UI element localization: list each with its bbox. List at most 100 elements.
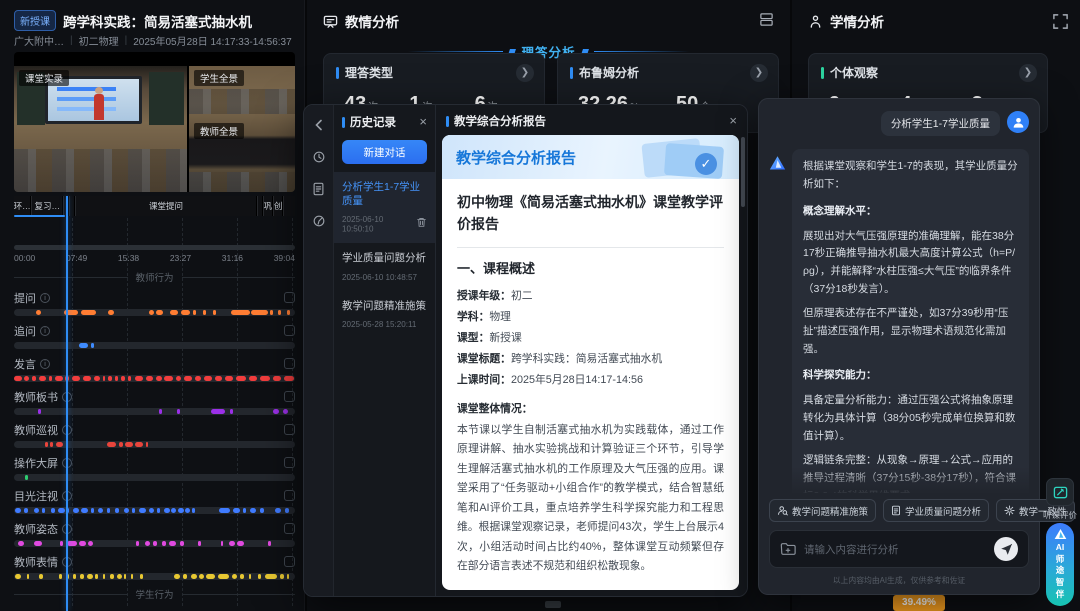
track-bar (14, 441, 295, 448)
behavior-mark (121, 376, 125, 381)
attach-folder-icon[interactable] (780, 542, 796, 556)
video-students[interactable]: 学生全景 教师全景 (189, 66, 295, 192)
track-checkbox[interactable] (284, 292, 295, 303)
track-checkbox[interactable] (284, 325, 295, 336)
track-checkbox[interactable] (284, 523, 295, 534)
phase-segment[interactable] (257, 196, 262, 216)
behavior-mark (157, 508, 160, 513)
phase-segment-bar[interactable]: 环…复习… 课堂提问巩创 (14, 196, 295, 216)
behavior-mark (149, 310, 154, 315)
behavior-mark (183, 574, 187, 579)
track-checkbox[interactable] (284, 424, 295, 435)
info-icon[interactable]: i (40, 293, 50, 303)
ai-assistant-pill[interactable]: AI师途智伴 (1046, 523, 1074, 606)
chip-quality-analysis[interactable]: 学业质量问题分析 (883, 499, 989, 522)
collapse-icon[interactable] (311, 117, 327, 133)
behavior-mark (270, 310, 273, 315)
behavior-mark (39, 376, 46, 381)
history-item-title: 分析学生1-7学业质量 (342, 180, 427, 208)
track-bar (14, 507, 295, 514)
layout-switch-icon[interactable] (759, 12, 774, 32)
bottom-scrollbar[interactable] (545, 601, 561, 608)
report-field: 授课年级：初二 (457, 286, 724, 307)
phase-segment[interactable]: 课堂提问 (75, 196, 255, 216)
report-field-value: 新授课 (489, 332, 521, 344)
behavior-mark (58, 508, 65, 513)
send-button[interactable] (994, 537, 1018, 561)
phase-segment[interactable] (69, 196, 74, 216)
track-bar (14, 540, 295, 547)
history-close-icon[interactable]: × (419, 116, 427, 128)
behavior-mark (88, 541, 92, 546)
behavior-mark (231, 310, 249, 315)
track-bar (14, 474, 295, 481)
behavior-mark (14, 376, 22, 381)
chevron-right-icon[interactable]: ❯ (516, 64, 534, 82)
timeline-tick: 31:16 (222, 253, 243, 263)
track-checkbox[interactable] (284, 556, 295, 567)
behavior-track: 教师板书i (14, 389, 295, 415)
history-item[interactable]: 分析学生1-7学业质量 2025-06-10 10:50:10 (334, 172, 435, 243)
history-item[interactable]: 学业质量问题分析2025-06-10 10:48:57 (334, 243, 435, 290)
video-classroom[interactable]: 课堂实录 (14, 66, 187, 192)
chevron-right-icon[interactable]: ❯ (750, 64, 768, 82)
info-icon[interactable]: i (40, 326, 50, 336)
track-checkbox[interactable] (284, 457, 295, 468)
fullscreen-icon[interactable] (1052, 13, 1070, 31)
behavior-mark (169, 541, 176, 546)
behavior-mark (95, 574, 98, 579)
track-label: 发言 (14, 356, 36, 372)
phase-segment[interactable]: 创 (273, 196, 282, 216)
chip-teaching-strategy[interactable]: 教学问题精准施策 (769, 499, 876, 522)
behavior-mark (115, 376, 118, 381)
trash-icon[interactable] (416, 215, 427, 233)
hidden-stat-badge: 39.49% (893, 595, 945, 611)
behavior-mark (170, 310, 178, 315)
behavior-mark (87, 574, 93, 579)
track-label: 目光注视 (14, 488, 58, 504)
behavior-mark (145, 541, 151, 546)
phase-segment[interactable]: 环… (14, 196, 30, 216)
report-section2: 二、课标落实程度 (457, 589, 724, 590)
behavior-mark (115, 508, 119, 513)
ai-pill-label: 伴 (1056, 589, 1065, 600)
lesson-eval-label: 听课评价 (1040, 509, 1080, 521)
track-checkbox[interactable] (284, 391, 295, 402)
history-item-meta: 2025-06-10 10:50:10 (342, 214, 427, 234)
behavior-mark (268, 541, 271, 546)
behavior-mark (287, 574, 290, 579)
report-close-icon[interactable]: × (729, 115, 737, 127)
track-label: 教师表情 (14, 554, 58, 570)
phase-segment[interactable]: 巩 (263, 196, 272, 216)
phase-segment[interactable]: 复习… (31, 196, 62, 216)
track-checkbox[interactable] (284, 490, 295, 501)
phase-segment[interactable] (283, 196, 295, 216)
timeline-tick: 23:27 (170, 253, 191, 263)
behavior-mark (156, 310, 163, 315)
video-area[interactable]: 课堂实录 学生全景 教师全景 (14, 52, 295, 192)
behavior-mark (191, 574, 197, 579)
overall-label: 课堂整体情况： (457, 400, 724, 416)
behavior-mark (34, 541, 42, 546)
track-checkbox[interactable] (284, 358, 295, 369)
history-item[interactable]: 教学问题精准施策2025-05-28 15:20:11 (334, 291, 435, 338)
info-icon[interactable]: i (40, 359, 50, 369)
report-doc-icon[interactable] (311, 181, 327, 197)
tools-icon[interactable] (311, 213, 327, 229)
chat-input[interactable]: 请输入内容进行分析 (769, 530, 1029, 568)
history-icon[interactable] (311, 149, 327, 165)
behavior-mark (258, 574, 261, 579)
chat-messages: 分析学生1-7学业质量 根据课堂观察和学生1-7的表现，其学业质量分析如下：概念… (769, 109, 1029, 493)
ai-block-heading: 科学探究能力： (803, 367, 1018, 385)
report-scrollbar[interactable] (741, 137, 745, 207)
behavior-mark (79, 541, 86, 546)
lesson-eval-button[interactable] (1046, 478, 1074, 506)
new-chat-button[interactable]: 新建对话 (342, 140, 427, 164)
behavior-mark (18, 541, 24, 546)
behavior-mark (156, 376, 162, 381)
playhead[interactable] (66, 196, 68, 611)
card-accent (570, 67, 573, 79)
chevron-right-icon[interactable]: ❯ (1019, 64, 1037, 82)
behavior-mark (72, 376, 80, 381)
timeline-scrollbar[interactable] (14, 245, 295, 250)
